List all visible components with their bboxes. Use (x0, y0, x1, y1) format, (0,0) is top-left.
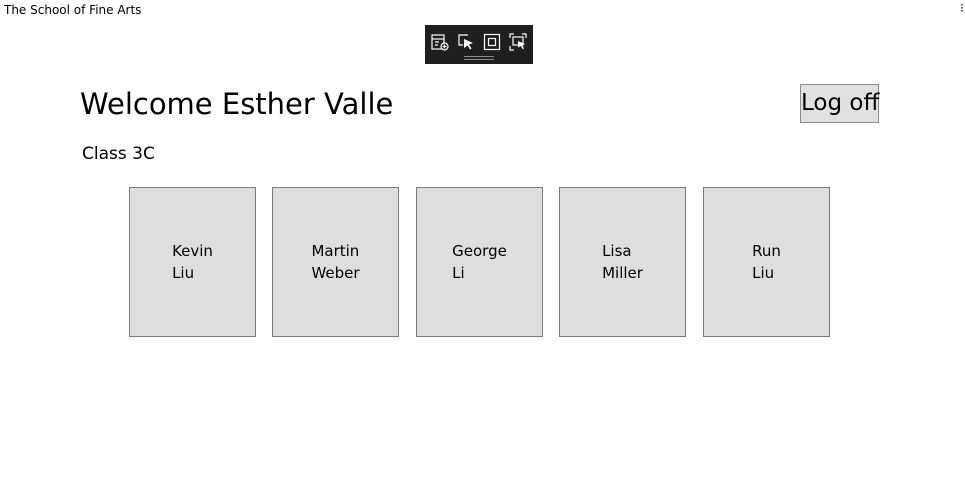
student-last-name: Weber (311, 264, 360, 282)
student-card[interactable]: Kevin Liu (129, 187, 256, 337)
student-card[interactable]: George Li (416, 187, 543, 337)
student-card[interactable]: Lisa Miller (559, 187, 686, 337)
student-first-name: Lisa (602, 242, 632, 260)
student-card[interactable]: Run Liu (703, 187, 830, 337)
student-first-name: Run (752, 242, 781, 260)
class-label: Class 3C (82, 144, 155, 164)
student-first-name: Martin (311, 242, 360, 260)
student-list: Kevin Liu Martin Weber George Li Lisa Mi… (129, 187, 831, 337)
student-first-name: George (452, 242, 507, 260)
student-last-name: Li (452, 264, 465, 282)
track-focus-icon[interactable] (508, 32, 528, 52)
window-title: The School of Fine Arts (4, 3, 142, 17)
student-last-name: Liu (172, 264, 195, 282)
live-visual-tree-icon[interactable] (430, 32, 450, 52)
select-element-icon[interactable] (456, 32, 476, 52)
display-layout-adorners-icon[interactable] (482, 32, 502, 52)
welcome-heading: Welcome Esther Valle (80, 87, 394, 121)
student-name: Martin Weber (311, 240, 359, 284)
app-window: The School of Fine Arts ⁝ Welcome Esther… (0, 0, 965, 499)
log-off-button[interactable]: Log off (800, 84, 879, 123)
student-name: George Li (452, 240, 507, 284)
window-menu-button[interactable]: ⁝ (959, 1, 965, 15)
student-name: Lisa Miller (602, 240, 643, 284)
student-last-name: Liu (752, 264, 775, 282)
student-card[interactable]: Martin Weber (272, 187, 399, 337)
debug-toolbar (425, 25, 533, 64)
toolbar-grip[interactable] (464, 56, 494, 60)
student-name: Kevin Liu (172, 240, 213, 284)
student-last-name: Miller (602, 264, 643, 282)
student-name: Run Liu (752, 240, 781, 284)
student-first-name: Kevin (172, 242, 213, 260)
